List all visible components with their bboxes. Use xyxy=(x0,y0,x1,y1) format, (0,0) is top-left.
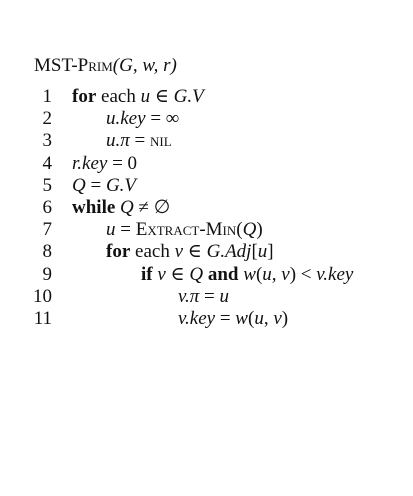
code-token: Q xyxy=(120,196,134,218)
code-token: v xyxy=(281,263,290,285)
line-number: 8 xyxy=(42,241,53,263)
code-token: ≠ ∅ xyxy=(133,196,171,218)
code-token: Q xyxy=(72,174,86,196)
code-token: v xyxy=(273,307,282,329)
line-statement: for each u ∈ G.V xyxy=(72,86,204,108)
code-token: each xyxy=(130,241,175,263)
code-token: ) < xyxy=(289,263,317,285)
code-token: = xyxy=(129,130,150,152)
code-token: v xyxy=(157,263,166,285)
pseudocode-line: 4 r.key = 0 xyxy=(0,153,413,175)
code-token: ) xyxy=(281,307,289,329)
pseudocode-line: 5Q = G.V xyxy=(0,175,413,197)
pseudocode-line: 2 u.key = ∞ xyxy=(0,108,413,130)
code-token: Q xyxy=(189,263,204,285)
code-token: v.π xyxy=(178,285,200,307)
line-number: 1 xyxy=(42,86,53,107)
code-token: G.V xyxy=(173,86,204,107)
line-number: 2 xyxy=(42,108,53,130)
code-token: u xyxy=(262,263,272,285)
code-token: , xyxy=(271,263,282,285)
code-token: Q xyxy=(242,219,257,241)
pseudocode-line: 1 for each u ∈ G.V xyxy=(0,86,413,108)
code-token: u.key xyxy=(106,108,146,130)
code-token: ] xyxy=(267,241,274,263)
code-token: r.key xyxy=(72,152,108,174)
line-number: 3 xyxy=(42,130,53,152)
pseudocode-line: 10 v.π = u xyxy=(0,286,413,308)
keyword: and xyxy=(203,263,239,285)
code-token: ) xyxy=(256,219,263,241)
keyword: while xyxy=(72,196,116,218)
code-token: each xyxy=(96,86,141,107)
pseudocode-line: 11 v.key = w(u, v) xyxy=(0,308,413,330)
code-token: = 0 xyxy=(107,152,138,174)
line-number: 11 xyxy=(33,307,52,329)
keyword: for xyxy=(106,241,131,263)
line-statement: u.π = nil xyxy=(106,130,172,152)
algorithm-args: (G, w, r) xyxy=(112,55,177,76)
code-token: = ∞ xyxy=(145,108,180,130)
code-token: = xyxy=(215,307,236,329)
line-statement: v.π = u xyxy=(178,286,229,308)
code-token: u xyxy=(219,285,230,307)
code-token: w xyxy=(235,307,248,329)
pseudocode-line: 6 while Q ≠ ∅ xyxy=(0,197,413,219)
pseudocode-line: 3 u.π = nil xyxy=(0,130,413,152)
pseudocode-block: 1 for each u ∈ G.V 2 u.key = ∞ 3 u.π = nil 4 r.… xyxy=(0,86,413,330)
code-token: = xyxy=(115,219,136,241)
code-token: u xyxy=(254,307,264,329)
code-token: G.V xyxy=(105,174,137,196)
code-token: = xyxy=(199,285,220,307)
line-number: 4 xyxy=(42,152,53,174)
code-token: G.Adj xyxy=(206,241,252,263)
pseudocode-line: 8 for each v ∈ G.Adj[u] xyxy=(0,241,413,263)
code-token: w xyxy=(243,263,256,285)
keyword: for xyxy=(72,86,97,107)
line-statement: u = Extract-Min(Q) xyxy=(106,219,263,241)
keyword: if xyxy=(141,263,153,285)
line-number: 7 xyxy=(42,219,53,241)
algorithm-name: MST-Prim xyxy=(34,55,113,76)
code-token: u.π xyxy=(106,130,130,152)
code-token: ∈ xyxy=(183,241,207,263)
pseudocode-line: 7 u = Extract-Min(Q) xyxy=(0,219,413,241)
line-number: 9 xyxy=(42,263,53,285)
line-statement: u.key = ∞ xyxy=(106,108,179,130)
line-statement: if v ∈ Q and w(u, v) < v.key xyxy=(141,264,353,286)
line-statement: r.key = 0 xyxy=(72,153,137,175)
code-token: = xyxy=(85,174,106,196)
line-number: 10 xyxy=(33,285,52,307)
line-statement: for each v ∈ G.Adj[u] xyxy=(106,241,274,263)
line-number: 5 xyxy=(42,174,53,196)
pseudocode-line: 9 if v ∈ Q and w(u, v) < v.key xyxy=(0,264,413,286)
code-token: v xyxy=(174,241,184,263)
code-token: ∈ xyxy=(165,263,190,285)
procedure-name: Extract-Min xyxy=(135,219,237,241)
line-statement: v.key = w(u, v) xyxy=(178,308,288,330)
code-token: ∈ xyxy=(150,86,174,107)
code-token: , xyxy=(263,307,274,329)
code-token: v.key xyxy=(316,263,354,285)
code-token: u xyxy=(106,219,116,241)
code-token: u xyxy=(257,241,268,263)
algorithm-title: MST-Prim(G, w, r) xyxy=(34,55,177,77)
line-statement: Q = G.V xyxy=(72,175,136,197)
procedure-name: nil xyxy=(150,130,172,152)
line-statement: while Q ≠ ∅ xyxy=(72,197,170,219)
line-number: 6 xyxy=(42,196,53,218)
code-token: u xyxy=(140,86,151,107)
code-token: v.key xyxy=(178,307,216,329)
